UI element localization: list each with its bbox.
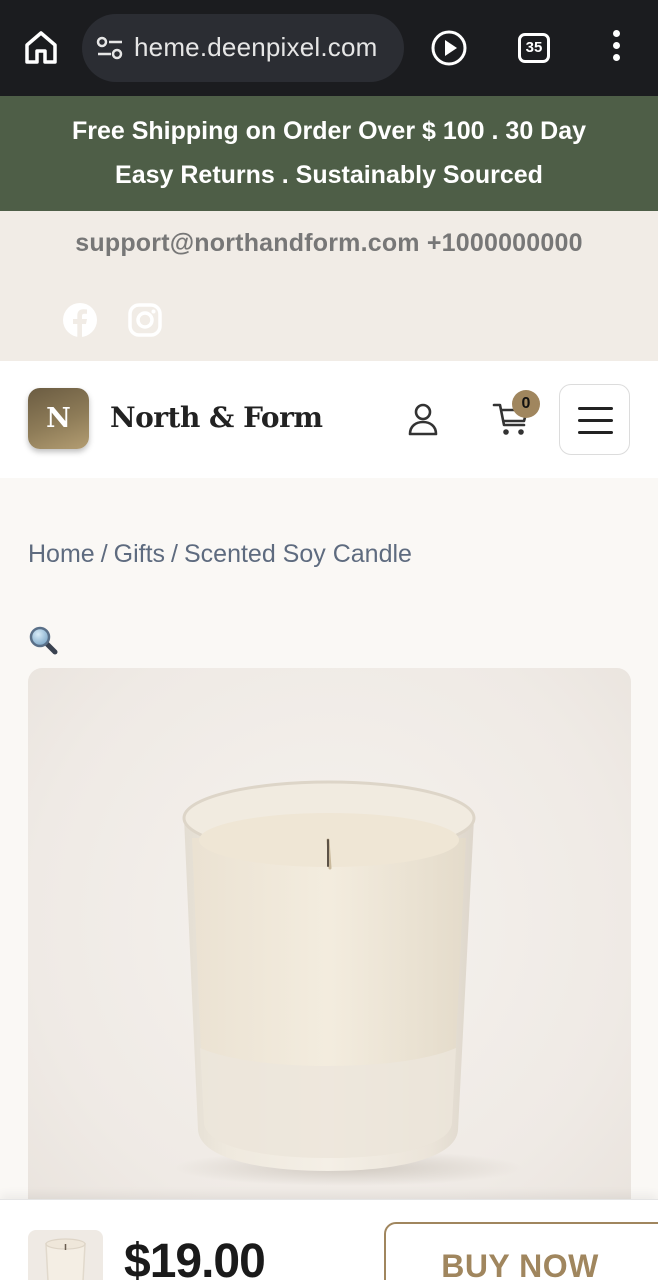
menu-icon xyxy=(578,407,613,410)
announcement-line-2: Easy Returns . Sustainably Sourced xyxy=(115,161,543,189)
product-price: $19.00 xyxy=(124,1235,266,1280)
sticky-buy-bar: $19.00 BUY NOW xyxy=(0,1199,658,1280)
breadcrumb-gifts[interactable]: Gifts xyxy=(114,540,165,568)
announcement-bar: Free Shipping on Order Over $ 100 . 30 D… xyxy=(0,96,658,211)
product-thumbnail xyxy=(28,1230,103,1280)
home-icon[interactable] xyxy=(22,28,60,66)
more-icon[interactable] xyxy=(606,30,626,66)
cart-count-badge: 0 xyxy=(512,390,540,418)
logo-mark[interactable]: N xyxy=(28,388,89,449)
candle-image xyxy=(173,780,523,1186)
zoom-icon[interactable] xyxy=(28,625,60,657)
breadcrumb: Home / Gifts / Scented Soy Candle xyxy=(28,540,412,569)
product-image[interactable] xyxy=(28,668,631,1228)
tune-icon[interactable] xyxy=(96,36,124,60)
browser-toolbar: heme.deenpixel.com 35 xyxy=(0,0,658,96)
tabs-icon[interactable]: 35 xyxy=(518,33,550,63)
tab-count: 35 xyxy=(525,39,543,56)
breadcrumb-separator: / xyxy=(171,540,178,568)
breadcrumb-current: Scented Soy Candle xyxy=(184,540,412,568)
announcement-line-1: Free Shipping on Order Over $ 100 . 30 D… xyxy=(71,117,587,145)
contact-bar: support@northandform.com +1000000000 xyxy=(0,211,658,361)
cart-button[interactable]: 0 xyxy=(490,387,546,443)
contact-info[interactable]: support@northandform.com +1000000000 xyxy=(0,229,658,258)
buy-now-button[interactable]: BUY NOW xyxy=(384,1222,658,1280)
address-bar[interactable]: heme.deenpixel.com xyxy=(82,14,404,82)
instagram-icon[interactable] xyxy=(127,302,163,338)
url-text: heme.deenpixel.com xyxy=(134,32,378,62)
play-icon[interactable] xyxy=(430,29,468,67)
site-header: N North & Form 0 xyxy=(0,361,658,478)
facebook-icon[interactable] xyxy=(62,302,98,338)
breadcrumb-separator: / xyxy=(100,540,108,568)
brand-name[interactable]: North & Form xyxy=(110,401,323,434)
user-icon[interactable] xyxy=(406,401,440,437)
breadcrumb-home[interactable]: Home xyxy=(28,540,95,568)
menu-button[interactable] xyxy=(559,384,630,455)
